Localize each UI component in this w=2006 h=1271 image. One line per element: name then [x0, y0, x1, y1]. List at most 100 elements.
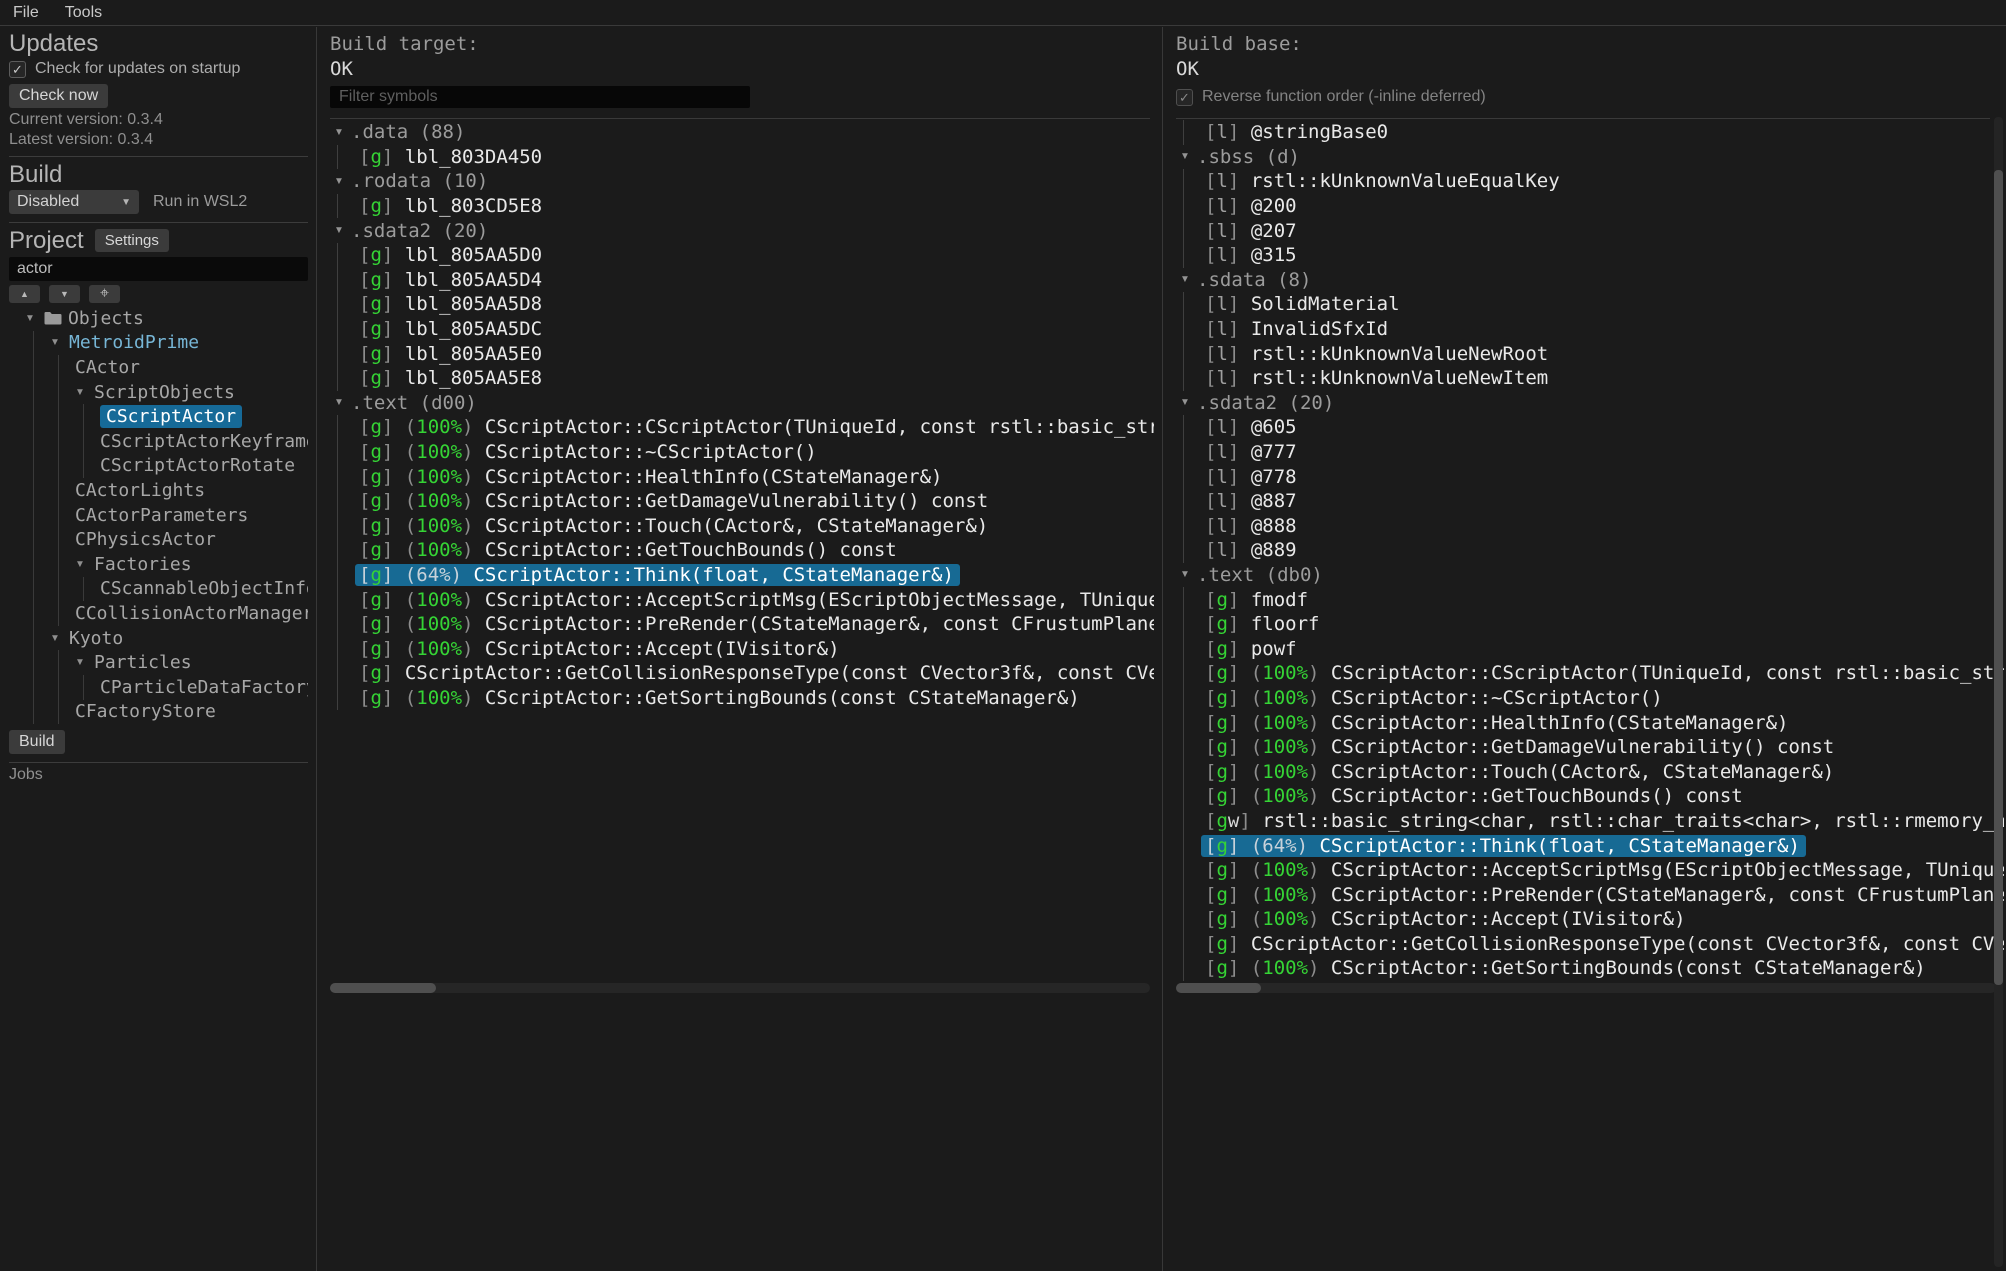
collapse-arrow-icon[interactable]: ▼	[75, 657, 94, 668]
symbol-row[interactable]: [g] (100%) CScriptActor::GetTouchBounds(…	[1180, 784, 2004, 809]
tree-item[interactable]: ▼MetroidPrime	[9, 331, 308, 356]
vertical-scrollbar[interactable]	[1994, 117, 2003, 1267]
symbol-row[interactable]: [g] lbl_803DA450	[334, 145, 1154, 170]
symbol-row[interactable]: [g] lbl_805AA5E8	[334, 366, 1154, 391]
prev-match-button[interactable]: ▲	[9, 285, 40, 303]
symbol-row[interactable]: [gw] rstl::basic_string<char, rstl::char…	[1180, 809, 2004, 834]
symbol-row[interactable]: [g] fmodf	[1180, 587, 2004, 612]
symbol-row[interactable]: [l] @315	[1180, 243, 2004, 268]
section-row[interactable]: ▼.data (88)	[334, 120, 1154, 145]
symbol-row[interactable]: [g] (100%) CScriptActor::~CScriptActor()	[334, 440, 1154, 465]
symbol-row[interactable]: [l] @605	[1180, 415, 2004, 440]
tree-item[interactable]: ▼Kyoto	[9, 626, 308, 651]
collapse-arrow-icon[interactable]: ▼	[334, 225, 351, 236]
run-in-wsl2-label[interactable]: Run in WSL2	[153, 193, 247, 211]
tree-item[interactable]: ▼Objects	[9, 306, 308, 331]
symbol-row[interactable]: [g] lbl_805AA5D0	[334, 243, 1154, 268]
symbol-row[interactable]: [g] (100%) CScriptActor::PreRender(CStat…	[334, 612, 1154, 637]
symbol-row[interactable]: [g] (100%) CScriptActor::~CScriptActor()	[1180, 686, 2004, 711]
symbol-row[interactable]: [g] floorf	[1180, 612, 2004, 637]
project-settings-button[interactable]: Settings	[95, 229, 169, 252]
scrollbar-thumb[interactable]	[1176, 983, 1261, 993]
target-horizontal-scrollbar[interactable]	[330, 983, 1150, 993]
tree-item[interactable]: CScriptActorKeyframe	[9, 429, 308, 454]
section-row[interactable]: ▼.sdata (8)	[1180, 268, 2004, 293]
symbol-row[interactable]: [l] @200	[1180, 194, 2004, 219]
symbol-row[interactable]: [g] (100%) CScriptActor::GetDamageVulner…	[334, 489, 1154, 514]
tree-item[interactable]: CActorParameters	[9, 503, 308, 528]
symbol-row[interactable]: [g] lbl_805AA5E0	[334, 341, 1154, 366]
tree-item[interactable]: CScannableObjectInfo	[9, 577, 308, 602]
symbol-row[interactable]: [g] lbl_805AA5DC	[334, 317, 1154, 342]
symbol-row[interactable]: [g] (100%) CScriptActor::CScriptActor(TU…	[1180, 661, 2004, 686]
symbol-row[interactable]: [g] lbl_803CD5E8	[334, 194, 1154, 219]
symbol-row[interactable]: [l] SolidMaterial	[1180, 292, 2004, 317]
tree-item[interactable]: CScriptActorRotate	[9, 454, 308, 479]
symbol-row[interactable]: [l] @777	[1180, 440, 2004, 465]
section-row[interactable]: ▼.text (db0)	[1180, 563, 2004, 588]
base-horizontal-scrollbar[interactable]	[1176, 983, 1996, 993]
filter-symbols-input[interactable]	[330, 86, 750, 108]
symbol-row[interactable]: [l] @778	[1180, 464, 2004, 489]
next-match-button[interactable]: ▼	[49, 285, 80, 303]
collapse-arrow-icon[interactable]: ▼	[50, 633, 69, 644]
tree-item[interactable]: CPhysicsActor	[9, 527, 308, 552]
tree-item[interactable]: CCollisionActorManager	[9, 601, 308, 626]
symbol-row[interactable]: [l] @888	[1180, 514, 2004, 539]
symbol-row[interactable]: [g] CScriptActor::GetCollisionResponseTy…	[1180, 932, 2004, 957]
scrollbar-thumb[interactable]	[1994, 170, 2003, 985]
collapse-arrow-icon[interactable]: ▼	[75, 387, 94, 398]
symbol-row[interactable]: [g] (100%) CScriptActor::HealthInfo(CSta…	[1180, 710, 2004, 735]
collapse-arrow-icon[interactable]: ▼	[334, 176, 351, 187]
symbol-row[interactable]: [g] (100%) CScriptActor::GetTouchBounds(…	[334, 538, 1154, 563]
symbol-row[interactable]: [g] lbl_805AA5D4	[334, 268, 1154, 293]
tree-item[interactable]: CFactoryStore	[9, 700, 308, 725]
symbol-row[interactable]: [l] @207	[1180, 218, 2004, 243]
symbol-row[interactable]: [g] lbl_805AA5D8	[334, 292, 1154, 317]
symbol-row[interactable]: [l] rstl::kUnknownValueNewRoot	[1180, 341, 2004, 366]
tree-item[interactable]: ▼Factories	[9, 552, 308, 577]
symbol-row[interactable]: [g] (100%) CScriptActor::Touch(CActor&, …	[334, 514, 1154, 539]
collapse-arrow-icon[interactable]: ▼	[1180, 274, 1197, 285]
collapse-arrow-icon[interactable]: ▼	[1180, 397, 1197, 408]
tree-item[interactable]: CActor	[9, 355, 308, 380]
symbol-row[interactable]: [g] (100%) CScriptActor::PreRender(CStat…	[1180, 882, 2004, 907]
symbol-row[interactable]: [g] (64%) CScriptActor::Think(float, CSt…	[1180, 833, 2004, 858]
symbol-row[interactable]: [g] (100%) CScriptActor::Touch(CActor&, …	[1180, 759, 2004, 784]
symbol-row[interactable]: [g] (100%) CScriptActor::Accept(IVisitor…	[334, 636, 1154, 661]
check-now-button[interactable]: Check now	[9, 84, 108, 108]
tree-item[interactable]: ▼ScriptObjects	[9, 380, 308, 405]
collapse-arrow-icon[interactable]: ▼	[75, 559, 94, 570]
collapse-arrow-icon[interactable]: ▼	[25, 313, 44, 324]
locate-current-button[interactable]: ⌖	[89, 285, 120, 303]
symbol-row[interactable]: [l] rstl::kUnknownValueEqualKey	[1180, 169, 2004, 194]
symbol-row[interactable]: [g] (100%) CScriptActor::GetSortingBound…	[334, 686, 1154, 711]
symbol-row[interactable]: [l] @887	[1180, 489, 2004, 514]
symbol-row[interactable]: [g] (100%) CScriptActor::AcceptScriptMsg…	[334, 587, 1154, 612]
tree-item[interactable]: ▼Particles	[9, 650, 308, 675]
scrollbar-thumb[interactable]	[330, 983, 436, 993]
collapse-arrow-icon[interactable]: ▼	[334, 127, 351, 138]
menu-file[interactable]: File	[13, 4, 39, 22]
symbol-row[interactable]: [l] rstl::kUnknownValueNewItem	[1180, 366, 2004, 391]
symbol-row[interactable]: [g] (100%) CScriptActor::GetSortingBound…	[1180, 956, 2004, 981]
tree-item[interactable]: CScriptActor	[9, 404, 308, 429]
symbol-row[interactable]: [g] CScriptActor::GetCollisionResponseTy…	[334, 661, 1154, 686]
section-row[interactable]: ▼.rodata (10)	[334, 169, 1154, 194]
collapse-arrow-icon[interactable]: ▼	[1180, 151, 1197, 162]
tree-item[interactable]: CActorLights	[9, 478, 308, 503]
tree-item[interactable]: CParticleDataFactory	[9, 675, 308, 700]
symbol-row[interactable]: [g] (100%) CScriptActor::HealthInfo(CSta…	[334, 464, 1154, 489]
symbol-row[interactable]: [g] powf	[1180, 636, 2004, 661]
symbol-row[interactable]: [g] (100%) CScriptActor::GetDamageVulner…	[1180, 735, 2004, 760]
symbol-row[interactable]: [g] (100%) CScriptActor::Accept(IVisitor…	[1180, 907, 2004, 932]
section-row[interactable]: ▼.sdata2 (20)	[334, 218, 1154, 243]
check-updates-on-startup-checkbox[interactable]: ✓ Check for updates on startup	[9, 60, 308, 78]
symbol-row[interactable]: [g] (100%) CScriptActor::AcceptScriptMsg…	[1180, 858, 2004, 883]
symbol-row[interactable]: [l] InvalidSfxId	[1180, 317, 2004, 342]
symbol-row[interactable]: [l] @stringBase0	[1180, 120, 2004, 145]
symbol-row[interactable]: [g] (100%) CScriptActor::CScriptActor(TU…	[334, 415, 1154, 440]
project-search-input[interactable]	[9, 257, 308, 281]
symbol-row[interactable]: [g] (64%) CScriptActor::Think(float, CSt…	[334, 563, 1154, 588]
build-button[interactable]: Build	[9, 730, 65, 754]
